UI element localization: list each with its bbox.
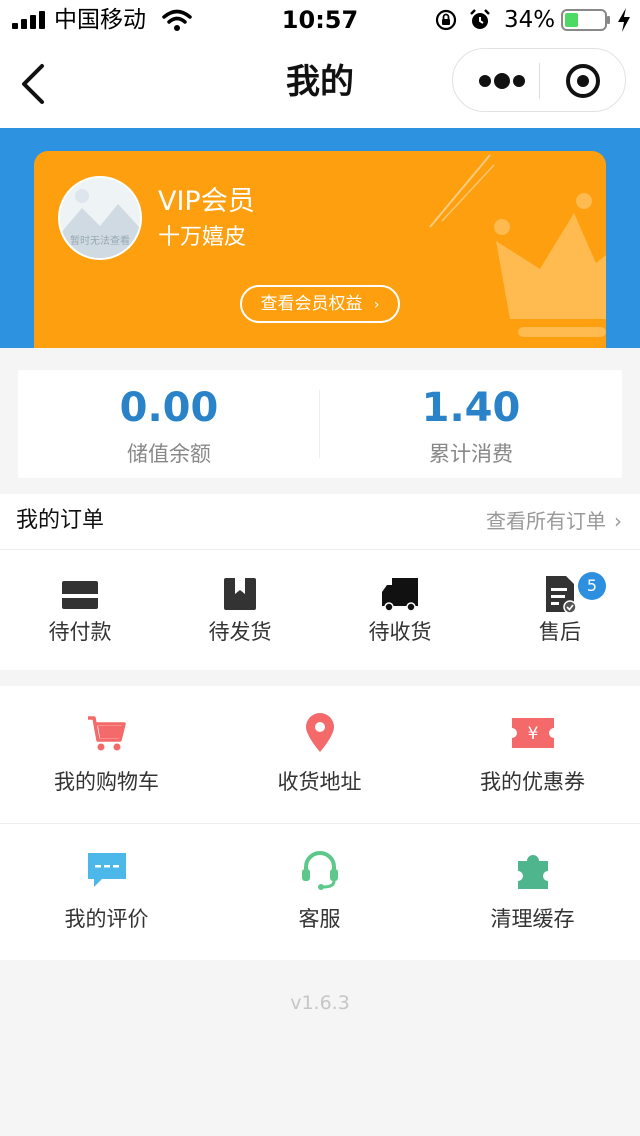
- stat-stored-balance[interactable]: 0.00 储值余额: [18, 370, 320, 478]
- version-label: v1.6.3: [290, 992, 350, 1014]
- order-label: 待发货: [208, 620, 272, 644]
- orders-section: 我的订单 查看所有订单 › 待付款 待发货 待收货 售后: [0, 494, 640, 670]
- comment-icon: [88, 853, 126, 887]
- more-button[interactable]: [461, 49, 537, 113]
- menu-grid: 我的购物车 收货地址 ¥ 我的优惠券 我的评价 客服 清理缓存: [0, 686, 640, 960]
- box-icon: [224, 578, 256, 610]
- stat-label: 储值余额: [127, 442, 211, 466]
- puzzle-icon: [518, 855, 548, 889]
- orders-header: 我的订单 查看所有订单 ›: [0, 494, 640, 550]
- view-benefits-label: 查看会员权益: [260, 294, 363, 314]
- target-close-icon: [566, 64, 600, 98]
- charging-icon: [618, 8, 630, 32]
- user-name: 十万嬉皮: [158, 225, 247, 250]
- avatar[interactable]: 暂时无法查看: [58, 176, 142, 260]
- menu-item-coupons[interactable]: ¥ 我的优惠券: [426, 686, 639, 823]
- menu-label: 清理缓存: [490, 907, 575, 931]
- view-all-orders-link[interactable]: 查看所有订单 ›: [486, 506, 622, 536]
- avatar-placeholder-text: 暂时无法查看: [70, 236, 130, 247]
- truck-icon: [382, 578, 418, 612]
- order-pending-receipt[interactable]: 待收货: [320, 550, 480, 670]
- vip-title: VIP会员: [158, 186, 255, 217]
- stat-label: 累计消费: [429, 442, 513, 466]
- cart-icon: [88, 716, 126, 751]
- stat-value: 1.40: [421, 385, 521, 431]
- alarm-icon: [470, 9, 490, 29]
- chevron-right-icon: ›: [373, 297, 380, 313]
- battery-icon: [561, 9, 610, 31]
- rotation-lock-icon: [435, 9, 457, 31]
- stats-card: 0.00 储值余额 1.40 累计消费: [18, 370, 622, 478]
- card-icon: [62, 581, 98, 609]
- after-sales-badge: 5: [578, 572, 606, 600]
- orders-title: 我的订单: [16, 508, 105, 533]
- svg-text:¥: ¥: [528, 724, 539, 744]
- menu-item-cart[interactable]: 我的购物车: [0, 686, 213, 823]
- status-bar: 中国移动 10:57 34%: [0, 0, 640, 40]
- headset-icon: [302, 851, 338, 890]
- close-button[interactable]: [549, 49, 623, 113]
- menu-item-address[interactable]: 收货地址: [213, 686, 426, 823]
- document-icon: [546, 576, 577, 614]
- coupon-icon: ¥: [512, 718, 554, 748]
- order-after-sales[interactable]: 售后: [480, 550, 640, 670]
- stat-value: 0.00: [119, 385, 219, 431]
- stat-total-spent[interactable]: 1.40 累计消费: [320, 370, 622, 478]
- battery-percent: 34%: [504, 7, 556, 33]
- menu-item-reviews[interactable]: 我的评价: [0, 823, 213, 960]
- view-all-orders-label: 查看所有订单: [486, 509, 606, 533]
- capsule-divider: [539, 63, 540, 99]
- order-pending-shipment[interactable]: 待发货: [160, 550, 320, 670]
- order-label: 待收货: [368, 620, 432, 644]
- order-label: 售后: [539, 620, 581, 644]
- menu-label: 我的评价: [64, 907, 149, 931]
- mini-program-capsule: [452, 48, 626, 112]
- menu-item-clear-cache[interactable]: 清理缓存: [426, 823, 639, 960]
- order-label: 待付款: [48, 620, 112, 644]
- nav-bar: 我的: [0, 40, 640, 128]
- view-benefits-button[interactable]: 查看会员权益 ›: [240, 285, 400, 323]
- order-pending-payment[interactable]: 待付款: [0, 550, 160, 670]
- menu-label: 我的优惠券: [480, 770, 585, 794]
- menu-label: 收货地址: [277, 770, 362, 794]
- menu-label: 客服: [298, 907, 341, 931]
- location-pin-icon: [306, 713, 334, 752]
- menu-item-customer-service[interactable]: 客服: [213, 823, 426, 960]
- crown-decoration-icon: [429, 154, 606, 337]
- chevron-right-icon: ›: [614, 509, 622, 533]
- menu-label: 我的购物车: [54, 770, 159, 794]
- vip-card: 暂时无法查看 VIP会员 十万嬉皮 查看会员权益 ›: [34, 151, 606, 348]
- more-dots-icon: [479, 75, 491, 87]
